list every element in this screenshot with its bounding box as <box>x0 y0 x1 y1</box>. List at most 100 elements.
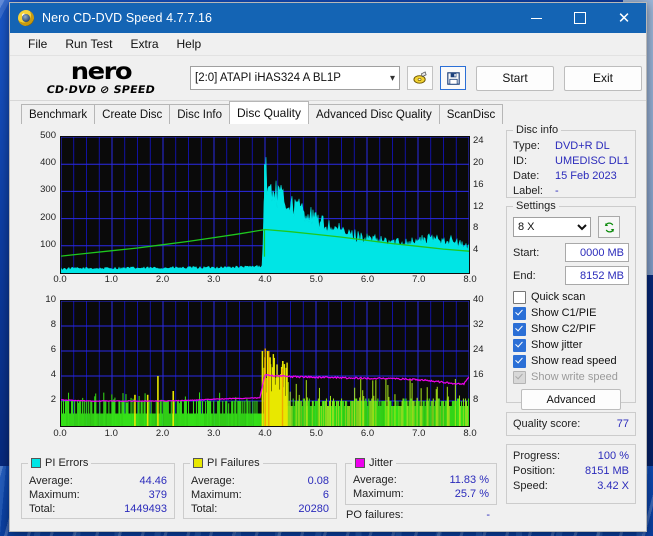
x-tick-label: 7.0 <box>412 274 426 285</box>
pi-errors-stats-box: PI Errors Average: 44.46 Maximum: 379 Tota… <box>21 457 175 519</box>
checkbox-quick-scan[interactable]: Quick scan <box>507 289 635 305</box>
jitter-stats-title: Jitter <box>369 457 393 469</box>
menu-bar: File Run Test Extra Help <box>10 33 646 56</box>
table-row: Maximum: 379 <box>22 488 174 502</box>
pi-errors-average-value: 44.46 <box>139 475 167 487</box>
jitter-stats-box: Jitter Average: 11.83 % Maximum: 25.7 % <box>345 457 497 505</box>
x-tick-label: 1.0 <box>104 274 118 285</box>
logo-cddvdspeed-text: CD·DVD ⊘ SPEED <box>45 83 157 96</box>
refresh-button[interactable] <box>598 216 620 238</box>
jitter-tick-label: 40 <box>473 294 484 305</box>
tab-advanced-disc-quality[interactable]: Advanced Disc Quality <box>308 104 440 124</box>
jitter-tick-label: 16 <box>473 369 484 380</box>
menu-help[interactable]: Help <box>168 35 211 53</box>
jitter-average-key: Average: <box>353 474 397 486</box>
tab-content-disc-quality: 100 200 300 400 500 4 8 12 16 20 24 0.0 1.0 2.0 3.0 4… <box>10 122 646 531</box>
refresh-icon <box>604 221 614 233</box>
y-tick-label: 8 <box>50 319 56 330</box>
disc-type-value: DVD+R DL <box>555 140 610 152</box>
minimize-button[interactable] <box>514 3 558 33</box>
advanced-button[interactable]: Advanced <box>521 389 621 410</box>
y-tick-label: 100 <box>40 238 56 250</box>
progress-row: Progress: 100 % <box>507 449 635 464</box>
tab-scandisc[interactable]: ScanDisc <box>438 104 504 124</box>
jitter-tick-label: 8 <box>473 394 479 405</box>
menu-run-test[interactable]: Run Test <box>56 35 121 53</box>
disc-type-key: Type: <box>513 140 540 152</box>
checkbox-show-c2-pif[interactable]: Show C2/PIF <box>507 321 635 337</box>
table-row: Maximum: 25.7 % <box>346 487 496 501</box>
drive-select[interactable]: [2:0] ATAPI iHAS324 A BL1P ▾ <box>190 66 400 90</box>
tab-benchmark[interactable]: Benchmark <box>21 104 96 124</box>
eject-disc-icon <box>412 70 427 84</box>
y-tick-label: 4 <box>50 369 56 380</box>
table-row: Total: 1449493 <box>22 502 174 516</box>
eject-disc-button[interactable] <box>407 66 433 90</box>
pi-errors-maximum-value: 379 <box>148 489 167 501</box>
close-button[interactable]: ✕ <box>602 3 646 33</box>
pi-errors-chart: 100 200 300 400 500 4 8 12 16 20 24 0.0 1.0 2.0 3.0 4… <box>21 124 501 286</box>
logo-nero-text: nero <box>70 58 133 85</box>
checkbox-box <box>513 370 526 384</box>
end-mb-row: End: 8152 MB <box>507 262 635 285</box>
checkbox-show-read-speed[interactable]: Show read speed <box>507 353 635 369</box>
start-mb-row: Start: 0000 MB <box>507 238 635 262</box>
pi-errors-total-key: Total: <box>29 503 56 515</box>
disc-info-label-row: Label: - <box>507 184 635 199</box>
tab-disc-quality[interactable]: Disc Quality <box>229 101 310 124</box>
pi-failures-jitter-chart: 2 4 6 8 10 8 16 24 32 40 0.0 1.0 2.0 3.0 4.0 5.0 6.0 7.… <box>21 290 501 450</box>
y-tick-label: 500 <box>40 130 56 141</box>
x-tick-label: 2.0 <box>155 274 170 285</box>
x-tick-label: 2.0 <box>155 428 170 439</box>
checkbox-label: Show write speed <box>531 371 618 383</box>
read-speed-tick-label: 20 <box>473 157 484 169</box>
start-button[interactable]: Start <box>476 65 554 91</box>
pi-failures-plot-area[interactable] <box>60 300 470 427</box>
jitter-color-swatch <box>355 458 365 468</box>
pi-failures-stats-title-wrap: PI Failures <box>190 457 263 469</box>
x-tick-label: 7.0 <box>412 428 426 439</box>
speed-select[interactable]: 1 X2 X4 X6 X8 X12 X16 XMaximum <box>513 217 591 237</box>
checkbox-box <box>513 354 526 368</box>
exit-button[interactable]: Exit <box>564 65 642 91</box>
disc-label-key: Label: <box>513 185 543 197</box>
window-title: Nero CD-DVD Speed 4.7.7.16 <box>42 11 213 25</box>
checkbox-show-jitter[interactable]: Show jitter <box>507 337 635 353</box>
jitter-stats-rows: Average: 11.83 % Maximum: 25.7 % <box>346 464 496 501</box>
jitter-tick-label: 24 <box>473 344 484 355</box>
start-mb-field[interactable]: 0000 MB <box>565 243 629 262</box>
tab-disc-info[interactable]: Disc Info <box>169 104 230 124</box>
menu-extra[interactable]: Extra <box>121 35 167 53</box>
pi-errors-stats-title: PI Errors <box>45 457 89 469</box>
pi-errors-plot-area[interactable] <box>60 136 470 274</box>
checkbox-show-c1-pie[interactable]: Show C1/PIE <box>507 305 635 321</box>
minimize-icon <box>530 17 542 19</box>
y-tick-label: 300 <box>40 184 56 196</box>
save-results-button[interactable] <box>440 66 466 90</box>
x-tick-label: 5.0 <box>309 274 323 285</box>
x-tick-label: 4.0 <box>258 274 272 285</box>
end-mb-field[interactable]: 8152 MB <box>565 266 629 285</box>
toolbar: nero CD·DVD ⊘ SPEED [2:0] ATAPI iHAS324 … <box>10 56 646 101</box>
pi-failures-maximum-key: Maximum: <box>191 489 242 501</box>
charts-and-stats-column: 100 200 300 400 500 4 8 12 16 20 24 0.0 1.0 2.0 3.0 4… <box>21 124 501 522</box>
progress-value: 100 % <box>597 450 629 462</box>
disc-id-value: UMEDISC DL1 <box>555 155 629 167</box>
checkbox-show-write-speed: Show write speed <box>507 369 635 385</box>
checkbox-box <box>513 290 526 304</box>
read-speed-tick-label: 12 <box>473 200 484 212</box>
checkbox-label: Show jitter <box>531 339 583 351</box>
menu-file[interactable]: File <box>19 35 56 53</box>
disc-id-key: ID: <box>513 155 528 167</box>
pi-failures-stats-rows: Average: 0.08 Maximum: 6 Total: 20280 <box>184 464 336 516</box>
close-icon: ✕ <box>617 9 631 27</box>
quality-score-value: 77 <box>616 417 629 430</box>
jitter-stats-wrap: Jitter Average: 11.83 % Maximum: 25.7 % PO… <box>345 456 497 522</box>
x-tick-label: 5.0 <box>309 428 323 439</box>
maximize-button[interactable] <box>558 3 602 33</box>
tab-create-disc[interactable]: Create Disc <box>94 104 171 124</box>
table-row: Average: 0.08 <box>184 474 336 488</box>
disc-info-date-row: Date: 15 Feb 2023 <box>507 169 635 184</box>
speed-label: Speed: <box>513 480 548 492</box>
table-row: Average: 11.83 % <box>346 473 496 487</box>
